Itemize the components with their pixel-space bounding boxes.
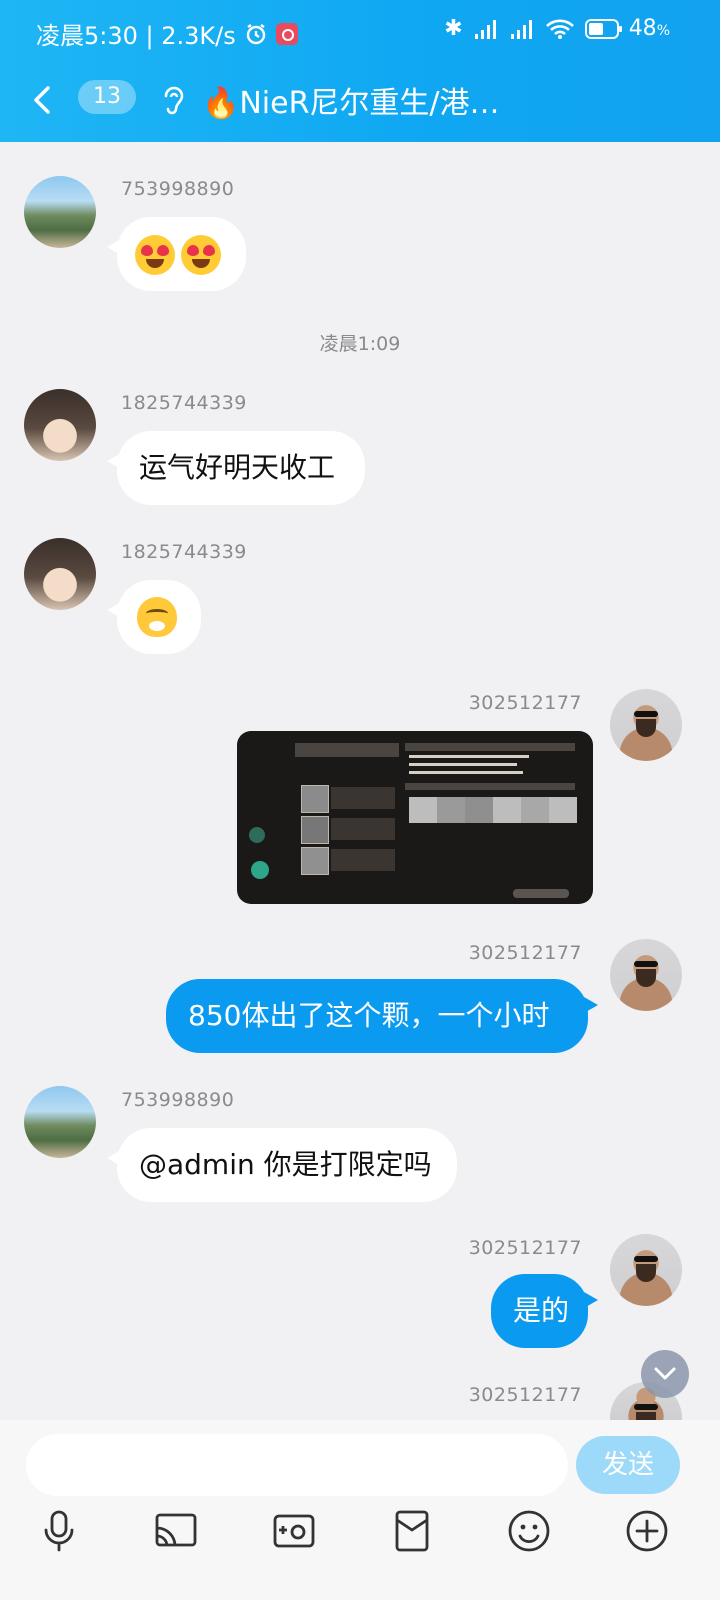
avatar[interactable] (24, 538, 96, 610)
notification-app-icon (275, 22, 298, 45)
avatar[interactable] (610, 689, 682, 761)
sender-name: 753998890 (121, 1089, 235, 1111)
avatar[interactable] (24, 1086, 96, 1158)
red-packet-icon[interactable] (389, 1508, 435, 1554)
message-text: 运气好明天收工 (139, 451, 336, 484)
scroll-to-bottom-button[interactable] (641, 1350, 689, 1398)
chat-title[interactable]: 🔥NieR尼尔重生/港… (202, 78, 500, 122)
avatar[interactable] (610, 939, 682, 1011)
sender-name: 302512177 (468, 692, 582, 714)
signal-icon-2 (510, 19, 532, 39)
sender-name: 1825744339 (121, 541, 247, 563)
status-bar: 凌晨5:30 | 2.3K/s ✱ 48% (0, 0, 720, 62)
bluetooth-icon: ✱ (444, 16, 463, 41)
sender-name: 1825744339 (121, 392, 247, 414)
ear-icon[interactable] (158, 80, 188, 120)
doge-emoji-icon (137, 597, 177, 637)
message-text: 是的 (513, 1294, 570, 1327)
message-timestamp: 凌晨1:09 (319, 333, 401, 355)
text-message-bubble[interactable]: 850体出了这个颗，一个小时 (166, 979, 598, 1053)
message-text: 850体出了这个颗，一个小时 (188, 999, 550, 1032)
alarm-icon (246, 23, 265, 44)
heart-eyes-emoji-icon (181, 235, 221, 275)
avatar[interactable] (610, 1234, 682, 1306)
status-time: 凌晨5:30 | 2.3K/s (36, 22, 236, 50)
send-button[interactable]: 发送 (576, 1436, 680, 1494)
sender-name: 302512177 (468, 1384, 582, 1406)
text-message-bubble[interactable]: 是的 (491, 1274, 598, 1348)
screen-cast-icon[interactable] (153, 1508, 199, 1554)
text-message-bubble[interactable]: @admin 你是打限定吗 (107, 1128, 457, 1202)
status-right: ✱ 48% (444, 16, 670, 41)
sender-name: 302512177 (468, 1237, 582, 1259)
back-icon[interactable] (28, 80, 58, 120)
message-input[interactable] (26, 1434, 568, 1496)
chevron-down-icon (654, 1367, 676, 1380)
battery-icon (584, 18, 622, 39)
text-message-bubble[interactable]: 运气好明天收工 (107, 431, 365, 505)
microphone-icon[interactable] (36, 1508, 82, 1554)
nav-bar: 13 🔥NieR尼尔重生/港… (0, 62, 720, 142)
image-content (295, 743, 399, 757)
signal-icon (474, 19, 496, 39)
avatar[interactable] (24, 176, 96, 248)
wifi-icon (545, 19, 574, 39)
input-bar: 发送 (0, 1420, 720, 1600)
chat-header: 凌晨5:30 | 2.3K/s ✱ 48% 13 🔥NieR尼尔重生/港… (0, 0, 720, 142)
input-toolbar (0, 1508, 720, 1568)
unread-count-badge[interactable]: 13 (78, 80, 136, 114)
camera-photo-icon[interactable] (271, 1508, 317, 1554)
sticker-message-bubble[interactable] (107, 580, 201, 654)
message-text: @admin 你是打限定吗 (139, 1148, 432, 1181)
sender-name: 302512177 (468, 942, 582, 964)
emoji-message-bubble[interactable] (107, 217, 246, 291)
image-message[interactable] (237, 731, 593, 904)
heart-eyes-emoji-icon (135, 235, 175, 275)
battery-percentage: 48% (628, 16, 670, 41)
plus-icon[interactable] (624, 1508, 670, 1554)
emoji-icon[interactable] (506, 1508, 552, 1554)
status-left: 凌晨5:30 | 2.3K/s (36, 16, 298, 51)
sender-name: 753998890 (121, 178, 235, 200)
avatar[interactable] (24, 389, 96, 461)
